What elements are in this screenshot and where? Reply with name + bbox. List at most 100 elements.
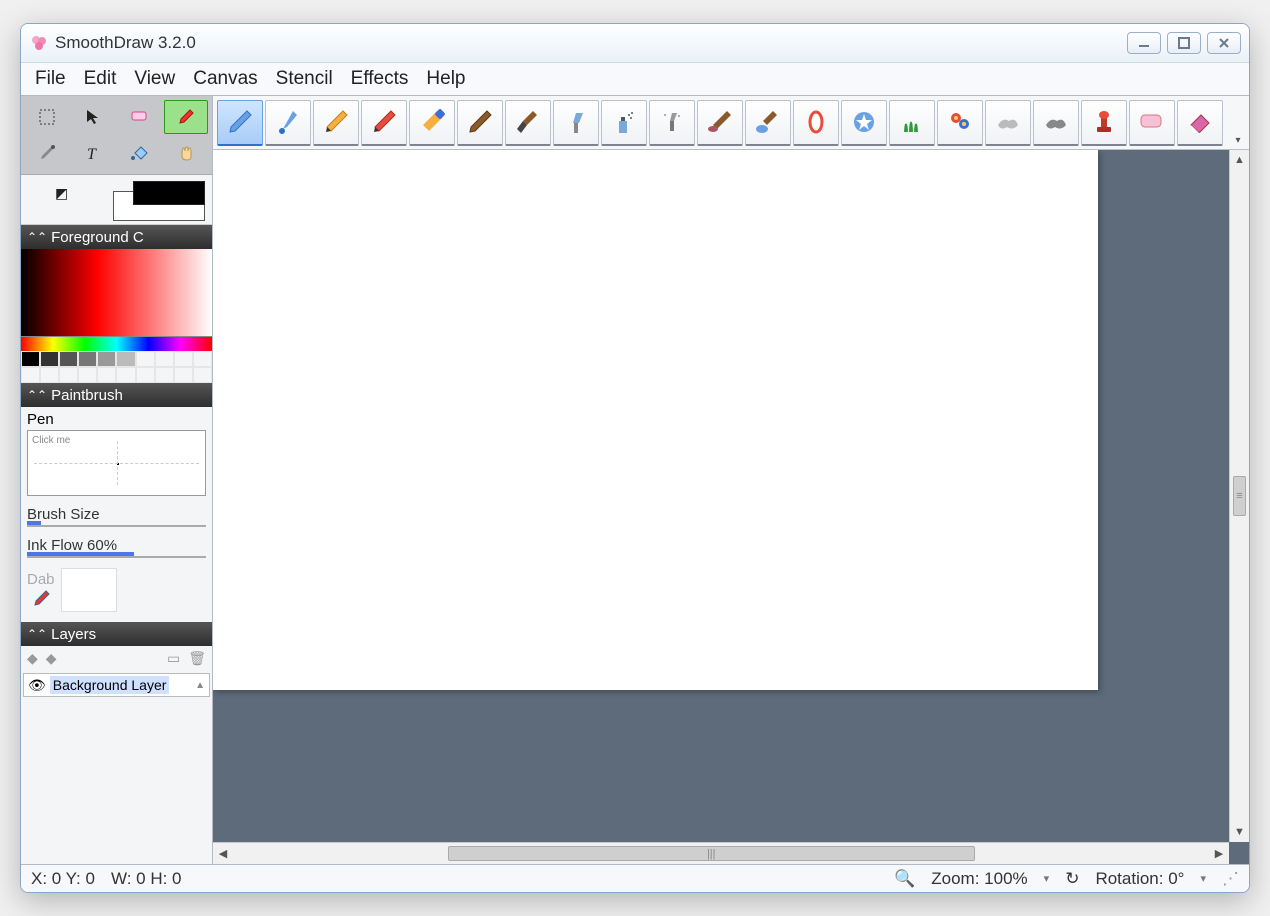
chalk-brush[interactable]: [1033, 100, 1079, 146]
wet-brush[interactable]: [745, 100, 791, 146]
menubar: File Edit View Canvas Stencil Effects He…: [21, 62, 1249, 96]
scroll-left-icon[interactable]: ◀: [213, 847, 233, 860]
menu-file[interactable]: File: [35, 68, 66, 90]
status-wh: W: 0 H: 0: [111, 869, 182, 889]
layer-scroll-up[interactable]: ▲: [195, 680, 205, 691]
eraser-small-tool[interactable]: [118, 100, 162, 134]
zoom-icon: 🔍: [894, 869, 915, 889]
menu-stencil[interactable]: Stencil: [276, 68, 333, 90]
color-picker-field[interactable]: [21, 249, 212, 337]
fill-bucket-tool[interactable]: [118, 136, 162, 170]
dust-brush[interactable]: [649, 100, 695, 146]
dab-row: Dab: [27, 568, 206, 618]
brush-size-slider[interactable]: Brush Size: [27, 506, 206, 527]
pen-curve-editor[interactable]: Click me: [27, 430, 206, 496]
resize-grip-icon[interactable]: ⋰: [1222, 869, 1239, 889]
brown-brush[interactable]: [457, 100, 503, 146]
layer-name: Background Layer: [50, 676, 170, 694]
menu-help[interactable]: Help: [426, 68, 465, 90]
scroll-right-icon[interactable]: ▶: [1209, 847, 1229, 860]
minimize-button[interactable]: [1127, 32, 1161, 54]
grass-brush[interactable]: [889, 100, 935, 146]
app-icon: [29, 33, 49, 53]
statusbar: X: 0 Y: 0 W: 0 H: 0 🔍 Zoom: 100% ▾ ↻ Rot…: [21, 864, 1249, 892]
dab-brush-icon[interactable]: [30, 588, 52, 610]
foreground-color-swatch[interactable]: [133, 181, 205, 205]
layers-panel-header[interactable]: ⌃⌃ Layers: [21, 622, 212, 646]
toolbar-overflow-icon[interactable]: ▾: [1231, 133, 1245, 147]
layer-item[interactable]: 👁 Background Layer ▲: [23, 673, 210, 697]
menu-canvas[interactable]: Canvas: [193, 68, 257, 90]
dab-preview[interactable]: [61, 568, 117, 612]
arrow-tool[interactable]: [71, 100, 115, 134]
paintbrush-brush[interactable]: [505, 100, 551, 146]
drawing-canvas[interactable]: [213, 150, 1098, 690]
palette-greys[interactable]: [21, 351, 212, 367]
brush-toolbar: ▾: [213, 96, 1249, 150]
horizontal-scrollbar[interactable]: ◀ ||| ▶: [213, 842, 1229, 864]
flower-brush[interactable]: [937, 100, 983, 146]
layer-visibility-icon[interactable]: 👁: [28, 677, 46, 694]
tool-grid: T: [21, 96, 212, 175]
color-swap-area: ◩: [21, 175, 212, 225]
maximize-button[interactable]: [1167, 32, 1201, 54]
red-pencil-brush[interactable]: [361, 100, 407, 146]
collapse-icon: ⌃⌃: [27, 230, 47, 244]
felt-pen-brush[interactable]: [409, 100, 455, 146]
eraser-hard-brush[interactable]: [1177, 100, 1223, 146]
rotation-icon: ↻: [1065, 869, 1079, 889]
sponge-brush[interactable]: [985, 100, 1031, 146]
collapse-icon: ⌃⌃: [27, 388, 47, 402]
select-rect-tool[interactable]: [25, 100, 69, 134]
status-zoom: Zoom: 100%: [931, 869, 1027, 889]
close-button[interactable]: [1207, 32, 1241, 54]
status-xy: X: 0 Y: 0: [31, 869, 95, 889]
window-controls: [1127, 32, 1241, 54]
layer-down-icon[interactable]: ◆: [46, 650, 57, 667]
status-rotation: Rotation: 0°: [1095, 869, 1184, 889]
spray-brush[interactable]: [601, 100, 647, 146]
new-layer-icon[interactable]: ▭: [167, 650, 180, 667]
ink-flow-slider[interactable]: Ink Flow 60%: [27, 537, 206, 558]
zoom-dropdown-icon[interactable]: ▾: [1044, 872, 1050, 885]
pen-label: Pen: [27, 411, 206, 428]
palette-empty[interactable]: [21, 367, 212, 383]
hand-pan-tool[interactable]: [164, 136, 208, 170]
foreground-panel-header[interactable]: ⌃⌃ Foreground C: [21, 225, 212, 249]
swap-colors-icon[interactable]: ◩: [55, 185, 68, 202]
paintbrush-panel-header[interactable]: ⌃⌃ Paintbrush: [21, 383, 212, 407]
layers-toolbar: ◆ ◆ ▭ 🗑: [21, 646, 212, 671]
app-window: SmoothDraw 3.2.0 File Edit View Canvas S…: [20, 23, 1250, 893]
pencil-brush[interactable]: [313, 100, 359, 146]
oil-brush[interactable]: [793, 100, 839, 146]
menu-effects[interactable]: Effects: [351, 68, 409, 90]
ink-brush[interactable]: [265, 100, 311, 146]
text-tool[interactable]: T: [71, 136, 115, 170]
vscroll-thumb[interactable]: ≡: [1233, 476, 1246, 516]
star-brush[interactable]: [841, 100, 887, 146]
layer-up-icon[interactable]: ◆: [27, 650, 38, 667]
hue-bar[interactable]: [21, 337, 212, 351]
smudge-brush[interactable]: [697, 100, 743, 146]
brush-tool[interactable]: [164, 100, 208, 134]
sidebar: T ◩ ⌃⌃ Foreground C ⌃⌃: [21, 96, 213, 864]
titlebar: SmoothDraw 3.2.0: [21, 24, 1249, 62]
main-area: ▾ ▲ ≡ ▼ ◀ ||| ▶: [213, 96, 1249, 864]
window-title: SmoothDraw 3.2.0: [55, 33, 1127, 53]
svg-text:T: T: [87, 146, 97, 163]
canvas-viewport: ▲ ≡ ▼ ◀ ||| ▶: [213, 150, 1249, 864]
stamp-brush[interactable]: [1081, 100, 1127, 146]
delete-layer-icon[interactable]: 🗑: [188, 650, 206, 667]
scroll-up-icon[interactable]: ▲: [1230, 150, 1249, 170]
vertical-scrollbar[interactable]: ▲ ≡ ▼: [1229, 150, 1249, 842]
collapse-icon: ⌃⌃: [27, 627, 47, 641]
rotation-dropdown-icon[interactable]: ▾: [1200, 872, 1206, 885]
eraser-soft-brush[interactable]: [1129, 100, 1175, 146]
fan-brush[interactable]: [553, 100, 599, 146]
eyedropper-tool[interactable]: [25, 136, 69, 170]
hscroll-thumb[interactable]: |||: [448, 846, 975, 861]
pen-brush[interactable]: [217, 100, 263, 146]
menu-view[interactable]: View: [134, 68, 175, 90]
scroll-down-icon[interactable]: ▼: [1230, 822, 1249, 842]
menu-edit[interactable]: Edit: [84, 68, 117, 90]
